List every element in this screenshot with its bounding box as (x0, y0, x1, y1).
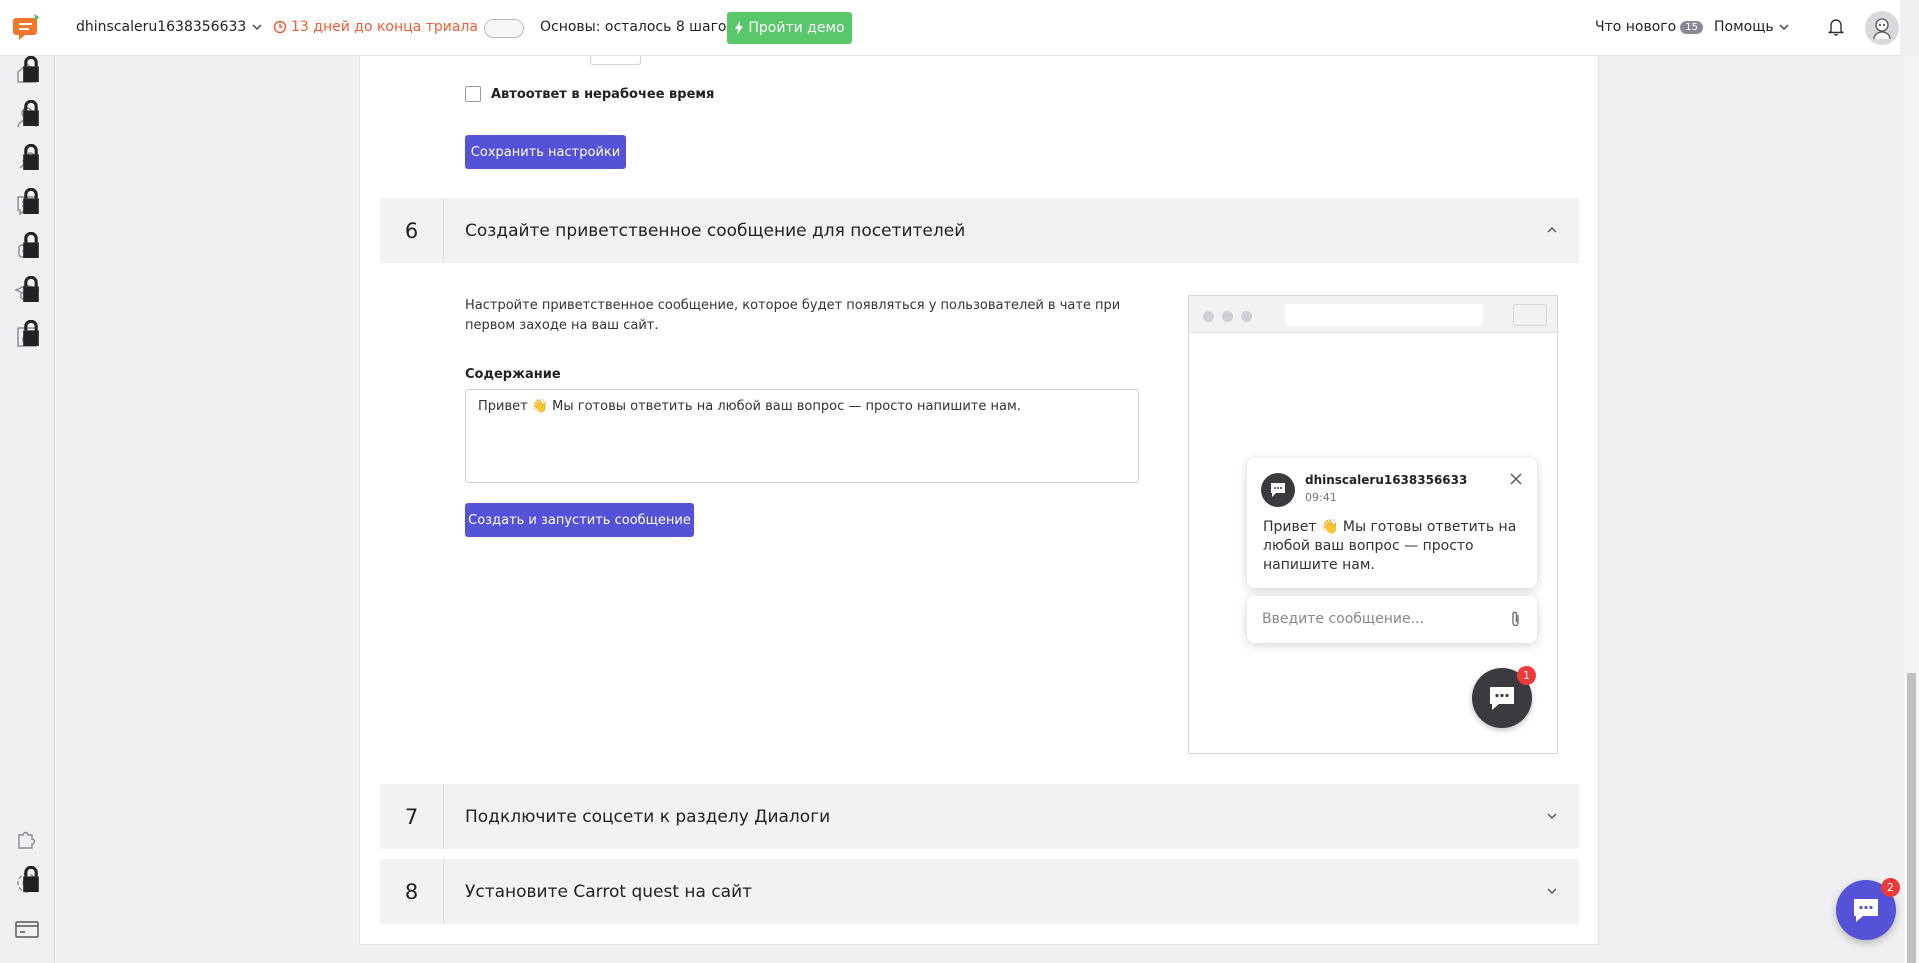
lock-icon (23, 866, 39, 892)
rocket-icon[interactable] (14, 144, 42, 176)
welcome-message-textarea[interactable]: Привет 👋 Мы готовы ответить на любой ваш… (465, 389, 1139, 483)
content-label: Содержание (465, 367, 561, 382)
account-name: dhinscaleru1638356633 (76, 19, 247, 35)
chat-icon[interactable] (14, 188, 42, 220)
chat-bubble-icon (1490, 687, 1514, 710)
step-7-number: 7 (380, 784, 444, 849)
step-6-number: 6 (380, 198, 444, 263)
help-menu[interactable]: Помощь (1714, 19, 1789, 35)
support-chat-launcher[interactable]: 2 (1836, 878, 1900, 940)
chat-bubble-icon (1271, 483, 1285, 497)
academy-icon[interactable] (14, 276, 42, 308)
lock-icon (23, 188, 39, 214)
lock-icon (23, 56, 39, 82)
step-8-number: 8 (380, 859, 444, 924)
support-unread-badge: 2 (1881, 878, 1900, 897)
user-avatar-icon (1873, 18, 1891, 40)
paperclip-icon[interactable] (1509, 610, 1523, 628)
close-icon[interactable] (1509, 472, 1523, 486)
demo-button[interactable]: Пройти демо (727, 12, 852, 44)
reply-input[interactable]: Введите сообщение... (1247, 596, 1537, 643)
lock-icon (23, 320, 39, 346)
sidebar (0, 56, 55, 963)
lock-icon (23, 144, 39, 170)
window-dot (1203, 311, 1214, 322)
lock-icon (23, 232, 39, 258)
reply-placeholder: Введите сообщение... (1262, 611, 1424, 627)
billing-icon[interactable] (14, 916, 42, 944)
carrot-quest-logo[interactable] (12, 12, 42, 42)
home-icon[interactable] (14, 56, 42, 88)
step-6-title: Создайте приветственное сообщение для по… (465, 220, 966, 241)
chat-bubble-icon (1854, 899, 1878, 922)
whats-new-link[interactable]: Что нового 15 (1595, 19, 1703, 35)
step-8-header[interactable]: 8 Установите Carrot quest на сайт (380, 859, 1579, 924)
whats-new-count-badge: 15 (1680, 20, 1703, 34)
popup-time: 09:41 (1305, 491, 1337, 504)
chat-popup: dhinscaleru1638356633 09:41 Привет 👋 Мы … (1247, 458, 1537, 588)
browser-bar (1189, 296, 1557, 333)
autoreply-label: Автоответ в нерабочее время (491, 86, 715, 102)
step-7-title: Подключите соцсети к разделу Диалоги (465, 806, 831, 827)
demo-button-label: Пройти демо (748, 20, 845, 36)
step-6-header[interactable]: 6 Создайте приветственное сообщение для … (380, 198, 1579, 263)
autoreply-checkbox[interactable] (465, 86, 481, 102)
autoreply-checkbox-row[interactable]: Автоответ в нерабочее время (465, 86, 714, 102)
lock-icon (23, 276, 39, 302)
preview-chat-launcher: 1 (1472, 666, 1536, 728)
bot-icon[interactable] (14, 232, 42, 264)
preview-unread-badge: 1 (1517, 666, 1536, 685)
onboarding-progress[interactable] (484, 19, 524, 38)
popup-message: Привет 👋 Мы готовы ответить на любой ваш… (1263, 519, 1517, 573)
account-switcher[interactable]: dhinscaleru1638356633 (76, 19, 262, 35)
operator-avatar (1261, 473, 1295, 507)
clock-icon (273, 20, 287, 34)
scrollbar-thumb[interactable] (1907, 673, 1916, 963)
settings-icon[interactable] (14, 866, 42, 898)
notifications-bell-icon[interactable] (1827, 18, 1846, 38)
chevron-down-icon (252, 24, 262, 31)
page-scrollbar[interactable] (1904, 56, 1919, 963)
chevron-up-icon (1547, 227, 1557, 233)
top-bar: dhinscaleru1638356633 13 дней до конца т… (0, 0, 1900, 56)
users-icon[interactable] (14, 100, 42, 132)
step-8-title: Установите Carrot quest на сайт (465, 881, 753, 902)
onboarding-steps-text[interactable]: Основы: осталось 8 шагов (540, 19, 735, 35)
integrations-icon[interactable] (14, 826, 42, 854)
window-dot (1222, 311, 1233, 322)
step-7-header[interactable]: 7 Подключите соцсети к разделу Диалоги (380, 784, 1579, 849)
whats-new-label: Что нового (1595, 19, 1677, 35)
analytics-icon[interactable] (14, 320, 42, 352)
lightning-icon (735, 21, 744, 35)
create-and-launch-button[interactable]: Создать и запустить сообщение (465, 503, 694, 537)
step-6-description: Настройте приветственное сообщение, кото… (465, 298, 1121, 333)
popup-sender: dhinscaleru1638356633 (1305, 473, 1468, 487)
chevron-down-icon (1547, 813, 1557, 819)
chevron-down-icon (1779, 24, 1789, 31)
lock-icon (23, 100, 39, 126)
user-avatar[interactable] (1865, 11, 1899, 45)
chevron-down-icon (1547, 888, 1557, 894)
url-bar (1285, 304, 1483, 326)
copy-icon (1513, 304, 1547, 326)
save-settings-button[interactable]: Сохранить настройки (465, 135, 626, 169)
window-dot (1241, 311, 1252, 322)
help-label: Помощь (1714, 19, 1774, 35)
trial-countdown[interactable]: 13 дней до конца триала (273, 19, 478, 35)
trial-text: 13 дней до конца триала (291, 19, 478, 35)
